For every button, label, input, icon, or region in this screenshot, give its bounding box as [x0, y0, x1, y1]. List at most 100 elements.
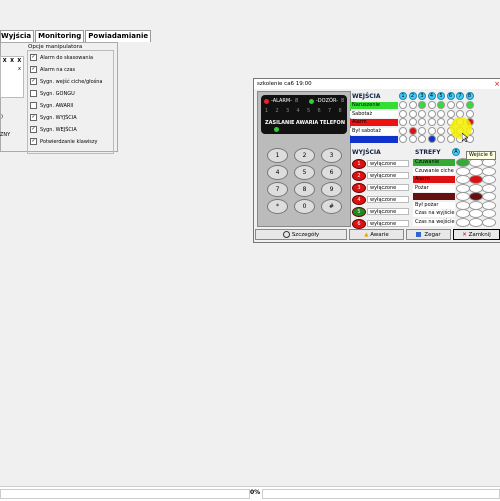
key-3[interactable]: 3 [321, 148, 342, 163]
status-bar: 0% [0, 486, 500, 501]
wejscia-column-number[interactable]: 4 [427, 92, 436, 100]
option-6[interactable]: ✓ Sygn. WYJŚCIA [30, 114, 77, 121]
wejscia-column-number[interactable]: 5 [437, 92, 445, 100]
wyjscie-2-label: wyłączone [367, 172, 409, 179]
cursor-highlight [450, 117, 472, 139]
zegar-label: Zegar [424, 232, 441, 238]
grid-x-2[interactable]: X [10, 57, 14, 65]
awaria-label: AWARIA [295, 120, 319, 126]
option-checkbox[interactable]: ✓ [30, 54, 37, 61]
option-checkbox[interactable] [30, 90, 37, 97]
option-8[interactable]: ✓ Potwierdzanie klawiszy [30, 138, 97, 145]
wejscia-column-number[interactable]: 1 [399, 92, 407, 100]
tooltip: Wejście 6 [466, 151, 496, 160]
alarm-num: 8 [295, 98, 299, 104]
option-4[interactable]: Sygn. GONGU [30, 90, 75, 97]
zasilanie-led [274, 127, 279, 132]
wejscia-indicator [408, 135, 417, 143]
status-cell-right [262, 489, 500, 499]
dozor-num: 8 [341, 98, 345, 104]
zone-number: 8 [338, 108, 342, 114]
option-checkbox[interactable]: ✓ [30, 114, 37, 121]
wejscia-row: Sabotaż [350, 110, 398, 118]
window-close-icon[interactable]: × [493, 79, 500, 89]
key-1[interactable]: 1 [267, 148, 288, 163]
zasilanie-label: ZASILANIE [265, 120, 295, 126]
wejscia-row: Naruszenie [350, 102, 398, 109]
wejscia-indicator [418, 126, 426, 135]
strefy-indicator [456, 175, 470, 184]
key-7[interactable]: 7 [267, 182, 288, 197]
wejscia-column-number[interactable]: 8 [465, 92, 474, 100]
wejscia-title: WEJŚCIA [352, 93, 381, 100]
key-4[interactable]: 4 [267, 165, 288, 180]
status-labels: ZASILANIE AWARIA TELEFON [265, 120, 345, 126]
key-10[interactable]: * [267, 199, 288, 214]
wejscia-indicator [408, 109, 417, 118]
option-label: Alarm do skasowania [40, 54, 94, 61]
wejscia-indicator [418, 118, 426, 126]
szczegoly-button[interactable]: Szczegóły [255, 229, 347, 240]
wejscia-row: Alarm [350, 119, 398, 126]
zamknij-button[interactable]: ✕ Zamknij [453, 229, 500, 240]
wyjscie-3-label: wyłączone [367, 184, 409, 191]
option-checkbox[interactable]: ✓ [30, 138, 37, 145]
option-label: Sygn. AWARII [40, 102, 74, 109]
wyjscie-4-indicator[interactable]: 4 [352, 195, 366, 205]
wyjscie-3-indicator[interactable]: 3 [352, 183, 366, 193]
wejscia-column-number[interactable]: 3 [418, 92, 426, 100]
key-11[interactable]: 0 [294, 199, 315, 214]
key-2[interactable]: 2 [294, 148, 315, 163]
wejscia-indicator [437, 126, 445, 135]
wejscia-indicator [408, 101, 417, 109]
option-checkbox[interactable]: ✓ [30, 78, 37, 85]
option-label: Sygn. WEJŚCIA [40, 126, 77, 133]
awarie-button[interactable]: ▲ Awarie [349, 229, 404, 240]
option-1[interactable]: ✓ Alarm do skasowania [30, 54, 93, 61]
key-5[interactable]: 5 [294, 165, 315, 180]
wyjscie-6-label: wyłączone [367, 220, 409, 227]
wejscia-indicator [408, 126, 417, 135]
zegar-button[interactable]: Zegar [406, 229, 451, 240]
wyjscie-6-indicator[interactable]: 6 [352, 219, 366, 229]
wyjscie-4-label: wyłączone [367, 196, 409, 203]
option-label: Sygn. WYJŚCIA [40, 114, 77, 121]
option-2[interactable]: ✓ Alarm na czas [30, 66, 75, 73]
wejscia-indicator [446, 109, 455, 118]
option-7[interactable]: ✓ Sygn. WEJŚCIA [30, 126, 77, 133]
tab-monitoring[interactable]: Monitoring [35, 30, 85, 42]
grid-x-1[interactable]: X [3, 57, 7, 65]
key-12[interactable]: # [321, 199, 342, 214]
zone-number-row: 12 34 56 78 [265, 108, 345, 115]
zone-number: 1 [265, 108, 269, 114]
strefa-a-header[interactable]: A [452, 148, 460, 156]
option-checkbox[interactable]: ✓ [30, 126, 37, 133]
key-8[interactable]: 8 [294, 182, 315, 197]
wejscia-column-number[interactable]: 2 [408, 92, 417, 100]
strefy-indicator [482, 192, 496, 201]
option-3[interactable]: ✓ Sygn. wejść ciche/głośna [30, 78, 102, 85]
key-6[interactable]: 6 [321, 165, 342, 180]
grid-x-3[interactable]: X [17, 57, 21, 65]
wejscia-row [350, 136, 398, 143]
option-5[interactable]: Sygn. AWARII [30, 102, 73, 109]
wejscia-indicator [437, 101, 445, 109]
option-checkbox[interactable] [30, 102, 37, 109]
wyjscie-2-indicator[interactable]: 2 [352, 171, 366, 181]
grid-mark[interactable]: x [1, 65, 23, 73]
wyjscie-1-indicator[interactable]: 1 [352, 159, 366, 169]
zamknij-label: Zamknij [468, 232, 491, 238]
wejscia-column-number[interactable]: 6 [446, 92, 455, 100]
wyjscia-title: WYJŚCIA [352, 149, 381, 156]
key-9[interactable]: 9 [321, 182, 342, 197]
wejscia-column-number[interactable]: 7 [456, 92, 464, 100]
wyjscie-5-label: wyłączone [367, 208, 409, 215]
wejscia-indicator [418, 101, 426, 109]
tab-powiadamianie[interactable]: Powiadamianie [85, 30, 152, 42]
wyjscie-5-indicator[interactable]: 5 [352, 207, 366, 217]
wejscia-indicator [427, 118, 436, 126]
dozor-label: -DOZÓR- [316, 98, 339, 104]
tab-wyjscia[interactable]: Wyjścia [0, 30, 35, 42]
option-checkbox[interactable]: ✓ [30, 66, 37, 73]
strefy-row: Czas na wyjście [413, 210, 455, 217]
